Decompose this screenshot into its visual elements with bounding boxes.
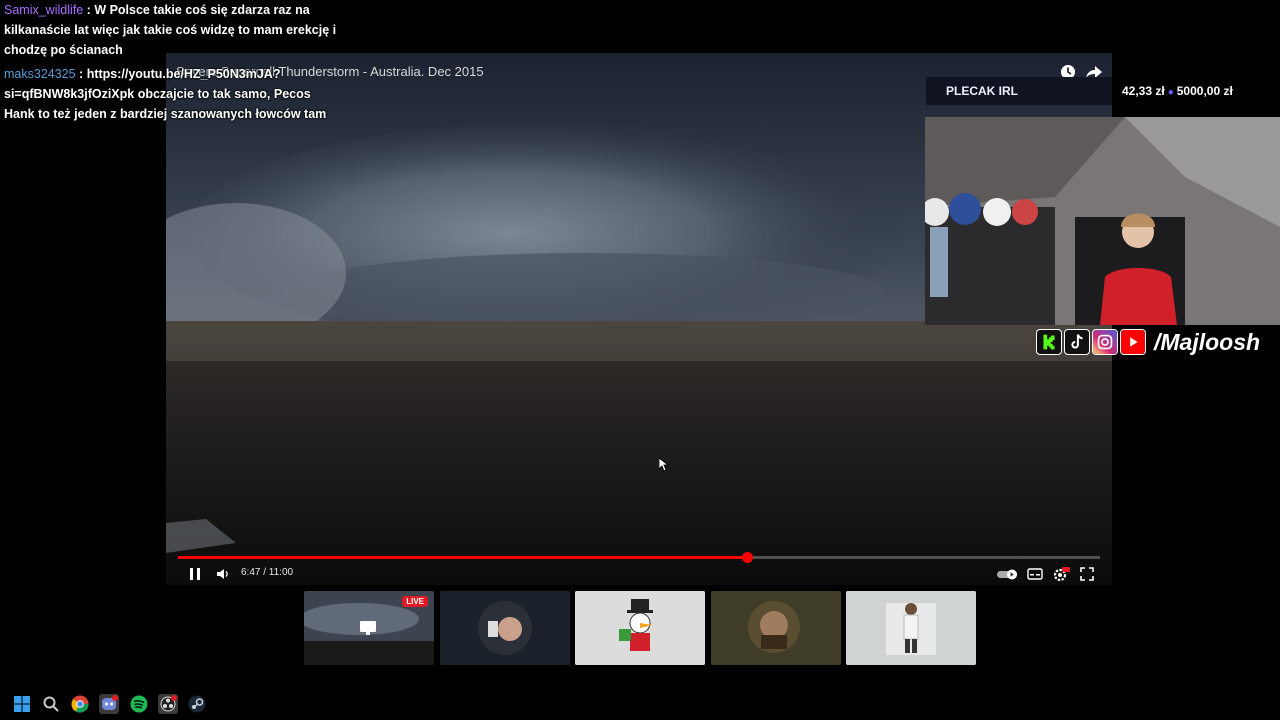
spotify-icon[interactable] [129,694,149,714]
chat-message: maks324325 : https://youtu.be/HZ_P50N3mJ… [4,67,327,121]
progress-bar[interactable] [178,552,1100,563]
scrooge-image [575,591,705,665]
plecak-title: PLECAK IRL [946,84,1018,98]
progress-played [178,556,747,559]
windows-start-icon[interactable] [12,694,32,714]
youtube-icon [1120,329,1146,355]
progress-scrubber[interactable] [741,552,753,563]
time-display: 6:47 / 11:00 [241,567,294,578]
settings-gear-icon[interactable] [1052,565,1070,583]
subtitles-icon[interactable] [1026,565,1044,583]
instagram-icon [1092,329,1118,355]
autoplay-toggle-icon[interactable] [996,565,1020,583]
chat-message: Samix_wildlife : W Polsce takie coś się … [4,3,337,57]
player-controls: 6:47 / 11:00 [166,563,1112,585]
man-drinking-thumbnail[interactable] [440,591,570,665]
chat-overlay: Samix_wildlife : W Polsce takie coś się … [4,0,344,128]
taskbar [0,688,1280,720]
bearded-man-image [711,591,841,665]
pause-icon[interactable] [186,565,204,583]
man-drinking-image [440,591,570,665]
discord-icon[interactable] [99,694,119,714]
chat-username[interactable]: maks324325 [4,67,76,81]
fullscreen-icon[interactable] [1078,565,1096,583]
goal-target: 5000,00 zł [1176,84,1233,98]
mouse-cursor-icon [659,458,669,472]
obs-icon[interactable] [158,694,178,714]
bearded-man-thumbnail[interactable] [711,591,841,665]
live-badge: LIVE [402,596,428,607]
webcam-feed [925,117,1280,325]
plecak-header: PLECAK IRL [926,77,1112,105]
white-room-thumbnail[interactable] [846,591,976,665]
chrome-icon[interactable] [70,694,90,714]
scrooge-mcduck-thumbnail[interactable] [575,591,705,665]
steam-icon[interactable] [187,694,207,714]
goal-current: 42,33 zł [1122,84,1165,98]
social-handle: /Majloosh [1154,329,1261,355]
white-room-image [846,591,976,665]
goal-separator-icon: ● [1167,87,1174,98]
tiktok-icon [1064,329,1090,355]
chat-username[interactable]: Samix_wildlife [4,3,83,17]
storm-stream-thumbnail[interactable]: LIVE [304,591,434,665]
volume-icon[interactable] [214,565,232,583]
webcam-image [925,117,1280,325]
kick-icon [1036,329,1062,355]
search-icon[interactable] [41,694,61,714]
donation-goal: 42,33 zł ● 5000,00 zł [1122,84,1233,98]
